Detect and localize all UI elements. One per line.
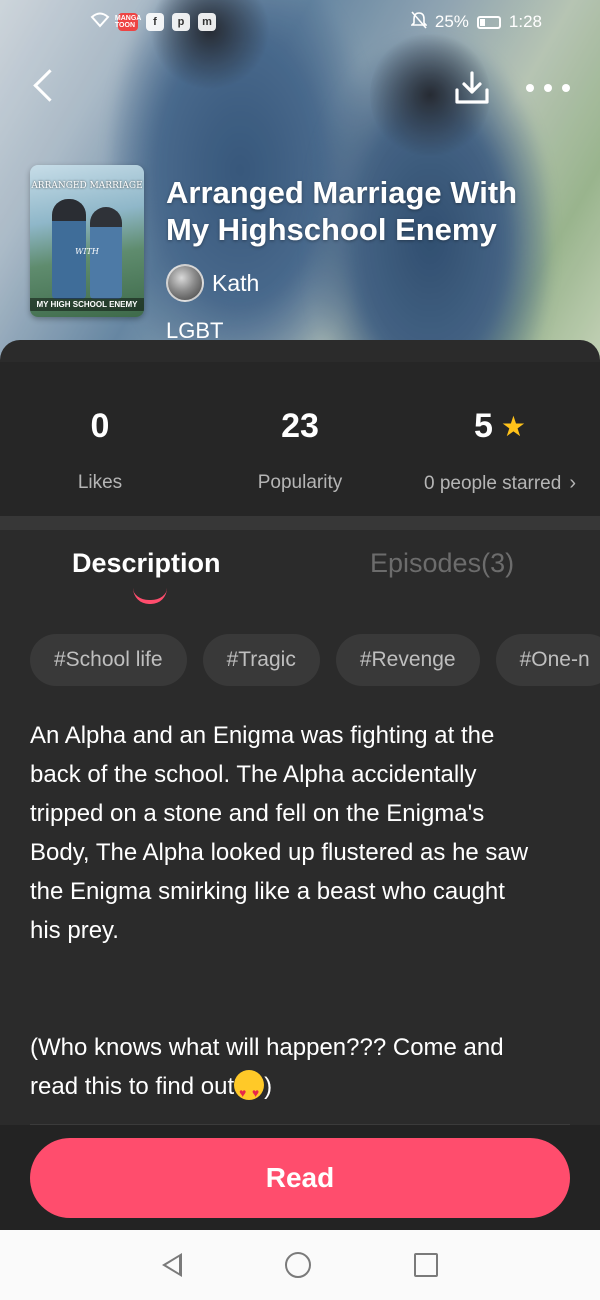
download-icon[interactable] [452, 70, 492, 106]
nav-recents-icon[interactable] [414, 1253, 439, 1277]
chevron-right-icon: › [569, 472, 576, 494]
description-paragraph-2: (Who knows what will happen??? Come and … [30, 1028, 540, 1113]
system-nav-bar [0, 1230, 600, 1300]
chevron-left-icon[interactable] [28, 66, 58, 106]
rating-value: 5 [473, 406, 493, 445]
rating-label: 0 people starred [424, 472, 562, 494]
stat-likes: 0 Likes [0, 362, 200, 516]
description-text: An Alpha and an Enigma was fighting at t… [30, 716, 540, 1113]
stats-row: 0 Likes 23 Popularity 5 ★ 0 people starre… [0, 362, 600, 516]
tab-episodes[interactable]: Episodes(3) [370, 548, 514, 579]
more-dots-icon[interactable] [526, 74, 570, 102]
facebook-icon: f [146, 13, 164, 31]
tag-list: #School life #Tragic #Revenge #One-n [30, 634, 600, 686]
nav-home-icon[interactable] [284, 1252, 311, 1278]
heart-eyes-emoji-icon [234, 1070, 265, 1113]
clock: 1:28 [508, 12, 542, 31]
popularity-label: Popularity [257, 472, 343, 493]
cover-bottom-text: MY HIGH SCHOOL ENEMY [30, 298, 144, 311]
popularity-value: 23 [281, 406, 319, 445]
tag-chip[interactable]: #School life [30, 634, 187, 686]
likes-value: 0 [90, 406, 110, 445]
author-name: Kath [212, 269, 260, 296]
cover-top-text: ARRANGED MARRIAGE [31, 181, 143, 191]
tag-chip[interactable]: #Revenge [335, 634, 480, 686]
likes-label: Likes [77, 472, 123, 493]
avatar [166, 264, 204, 302]
tag-chip[interactable]: #One-n [495, 634, 600, 686]
battery-icon [476, 15, 501, 29]
star-icon: ★ [500, 410, 527, 442]
tab-description[interactable]: Description [72, 548, 221, 579]
status-bar: MANGA TOON f p m 25% 1:28 [0, 0, 600, 44]
author-row[interactable]: Kath [166, 264, 259, 302]
tag-chip[interactable]: #Tragic [202, 634, 320, 686]
battery-percent: 25% [434, 12, 469, 31]
stat-rating[interactable]: 5 ★ 0 people starred › [400, 362, 600, 516]
mute-icon [409, 10, 428, 34]
section-divider [0, 516, 600, 530]
stat-popularity: 23 Popularity [200, 362, 400, 516]
book-title: Arranged Marriage With My Highschool Ene… [166, 175, 518, 247]
manga-toon-icon: MANGA TOON [114, 13, 142, 31]
read-button[interactable]: Read [30, 1138, 570, 1218]
description-paragraph: An Alpha and an Enigma was fighting at t… [30, 722, 529, 944]
book-cover: ARRANGED MARRIAGE WITH MY HIGH SCHOOL EN… [30, 165, 144, 317]
wifi-icon [90, 12, 110, 33]
messenger-icon: m [198, 13, 216, 31]
cover-mid-text: WITH [75, 247, 99, 256]
nav-back-icon[interactable] [161, 1253, 182, 1277]
pinterest-icon: p [172, 13, 190, 31]
